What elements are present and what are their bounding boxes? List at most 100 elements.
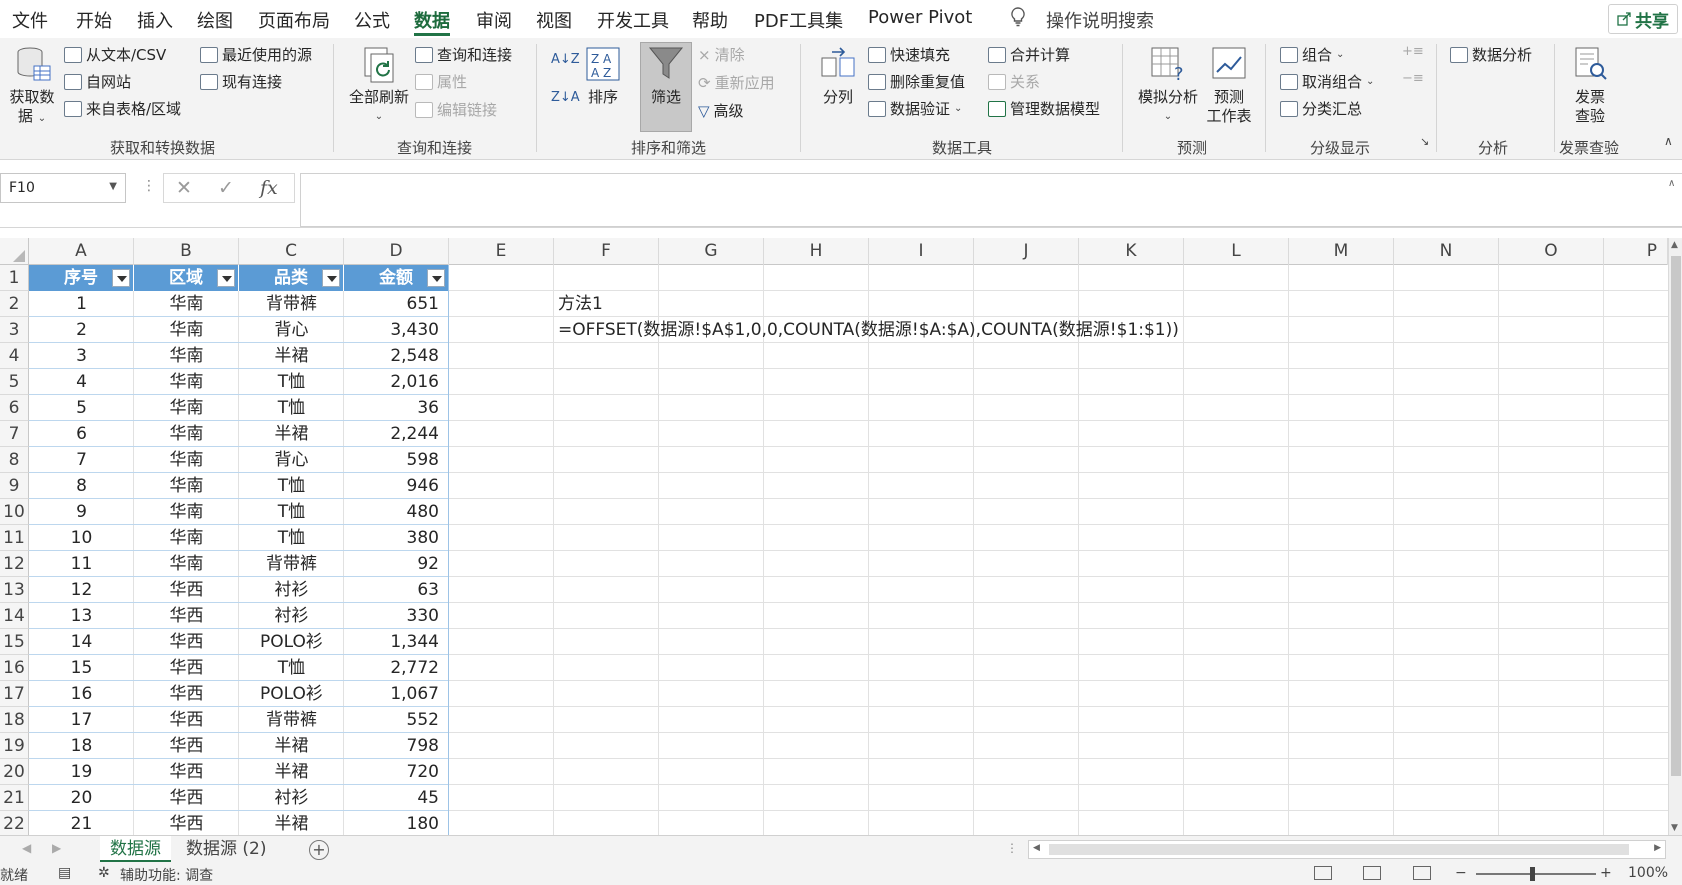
row-header[interactable]: 4: [0, 343, 29, 369]
table-cell[interactable]: 3: [29, 343, 134, 369]
add-sheet-icon[interactable]: +: [309, 840, 329, 860]
table-cell[interactable]: 背带裤: [239, 707, 344, 733]
queries-connections-button[interactable]: 查询和连接: [415, 44, 512, 65]
zoom-in-icon[interactable]: +: [1600, 865, 1612, 881]
sheet-tab-data-source-2[interactable]: 数据源 (2): [176, 836, 276, 863]
table-cell[interactable]: 2: [29, 317, 134, 343]
vertical-scroll-thumb[interactable]: [1671, 256, 1681, 776]
row-header[interactable]: 8: [0, 447, 29, 473]
table-cell[interactable]: 6: [29, 421, 134, 447]
chevron-down-icon[interactable]: ▼: [109, 181, 117, 192]
table-cell[interactable]: 华南: [134, 447, 239, 473]
invoice-check-button[interactable]: 发票 查验: [1566, 44, 1614, 126]
table-cell[interactable]: 半裙: [239, 343, 344, 369]
table-cell[interactable]: 3,430: [344, 317, 449, 343]
table-cell[interactable]: 330: [344, 603, 449, 629]
zoom-level[interactable]: 100%: [1628, 865, 1668, 881]
table-header-cell[interactable]: 金额: [344, 265, 449, 291]
worksheet-grid[interactable]: A B C D E F G H I J K L M N O P 12345678…: [0, 238, 1682, 835]
get-data-button[interactable]: 获取数 据 ⌄: [8, 44, 56, 128]
what-if-analysis-button[interactable]: ? 模拟分析 ⌄: [1133, 44, 1203, 126]
table-cell[interactable]: 华西: [134, 733, 239, 759]
table-cell[interactable]: 480: [344, 499, 449, 525]
column-header[interactable]: P: [1604, 238, 1668, 265]
lightbulb-icon[interactable]: [1010, 7, 1026, 32]
table-cell[interactable]: 背带裤: [239, 551, 344, 577]
table-cell[interactable]: 华南: [134, 551, 239, 577]
column-header[interactable]: L: [1184, 238, 1289, 265]
accessibility-status[interactable]: 辅助功能: 调查: [120, 865, 213, 885]
table-cell[interactable]: 衬衫: [239, 577, 344, 603]
reapply-button[interactable]: ⟳ 重新应用: [698, 72, 775, 93]
method-note[interactable]: 方法1: [558, 291, 603, 317]
sheet-tab-data-source[interactable]: 数据源: [100, 836, 171, 863]
table-cell[interactable]: 华南: [134, 499, 239, 525]
column-header[interactable]: D: [344, 238, 449, 265]
ungroup-button[interactable]: 取消组合 ⌄: [1280, 71, 1374, 92]
column-header[interactable]: B: [134, 238, 239, 265]
table-cell[interactable]: 63: [344, 577, 449, 603]
table-cell[interactable]: 华西: [134, 707, 239, 733]
page-break-view-icon[interactable]: [1413, 866, 1431, 880]
table-cell[interactable]: T恤: [239, 395, 344, 421]
row-header[interactable]: 16: [0, 655, 29, 681]
consolidate-button[interactable]: 合并计算: [988, 44, 1070, 65]
data-validation-button[interactable]: 数据验证 ⌄: [868, 98, 962, 119]
menu-pdf-tools[interactable]: PDF工具集: [754, 7, 843, 33]
table-cell[interactable]: 9: [29, 499, 134, 525]
row-header[interactable]: 2: [0, 291, 29, 317]
table-cell[interactable]: POLO衫: [239, 681, 344, 707]
normal-view-icon[interactable]: [1314, 866, 1332, 880]
vertical-scrollbar[interactable]: ▲ ▼: [1668, 238, 1682, 835]
tell-me-search[interactable]: 操作说明搜索: [1046, 7, 1154, 33]
name-box[interactable]: F10 ▼: [0, 173, 126, 203]
scroll-left-icon[interactable]: ◀: [1033, 843, 1040, 853]
relationships-button[interactable]: 关系: [988, 71, 1040, 92]
column-header[interactable]: J: [974, 238, 1079, 265]
table-cell[interactable]: 18: [29, 733, 134, 759]
table-cell[interactable]: 552: [344, 707, 449, 733]
row-header[interactable]: 15: [0, 629, 29, 655]
row-header[interactable]: 11: [0, 525, 29, 551]
row-header[interactable]: 20: [0, 759, 29, 785]
sort-ascending-button[interactable]: A↓Z: [551, 52, 580, 67]
table-cell[interactable]: 华西: [134, 811, 239, 835]
from-web-button[interactable]: 自网站: [64, 71, 131, 92]
row-header[interactable]: 1: [0, 265, 29, 291]
column-header[interactable]: K: [1079, 238, 1184, 265]
table-cell[interactable]: 21: [29, 811, 134, 835]
dialog-launcher-icon[interactable]: ↘: [1420, 135, 1429, 148]
table-cell[interactable]: 华南: [134, 343, 239, 369]
filter-dropdown-icon[interactable]: [322, 269, 340, 287]
table-cell[interactable]: 5: [29, 395, 134, 421]
table-cell[interactable]: T恤: [239, 369, 344, 395]
properties-button[interactable]: 属性: [415, 71, 467, 92]
table-cell[interactable]: 华南: [134, 317, 239, 343]
row-header[interactable]: 10: [0, 499, 29, 525]
filter-dropdown-icon[interactable]: [217, 269, 235, 287]
menu-page-layout[interactable]: 页面布局: [258, 7, 330, 33]
filter-button[interactable]: 筛选: [640, 44, 692, 107]
menu-review[interactable]: 审阅: [476, 7, 512, 33]
remove-duplicates-button[interactable]: 删除重复值: [868, 71, 965, 92]
table-cell[interactable]: 15: [29, 655, 134, 681]
show-detail-button[interactable]: +≡: [1402, 44, 1424, 59]
table-cell[interactable]: 衬衫: [239, 785, 344, 811]
macro-record-icon[interactable]: ▤: [58, 865, 71, 881]
manage-data-model-button[interactable]: 管理数据模型: [988, 98, 1100, 119]
row-header[interactable]: 17: [0, 681, 29, 707]
table-cell[interactable]: 华西: [134, 681, 239, 707]
table-cell[interactable]: 华南: [134, 525, 239, 551]
table-cell[interactable]: 798: [344, 733, 449, 759]
table-cell[interactable]: 10: [29, 525, 134, 551]
table-header-cell[interactable]: 区域: [134, 265, 239, 291]
table-cell[interactable]: 12: [29, 577, 134, 603]
zoom-slider[interactable]: [1476, 873, 1596, 875]
row-header[interactable]: 12: [0, 551, 29, 577]
scroll-right-icon[interactable]: ▶: [1654, 843, 1661, 853]
enter-icon[interactable]: ✓: [218, 177, 234, 199]
menu-formulas[interactable]: 公式: [354, 7, 390, 33]
table-cell[interactable]: 45: [344, 785, 449, 811]
column-header[interactable]: I: [869, 238, 974, 265]
edit-links-button[interactable]: 编辑链接: [415, 99, 497, 120]
